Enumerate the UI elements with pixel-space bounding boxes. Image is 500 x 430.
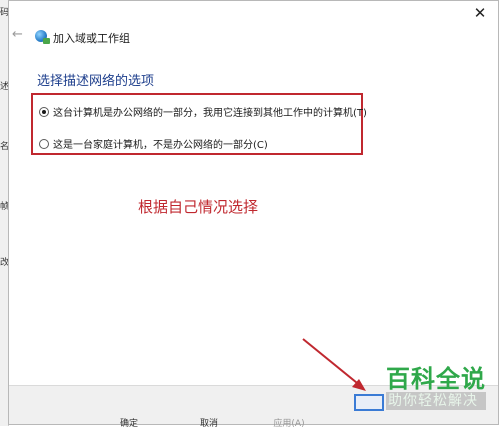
annotation-arrow [302, 338, 366, 391]
watermark: 百科全说 助你轻松解决 [386, 366, 486, 410]
watermark-slogan: 助你轻松解决 [386, 392, 486, 410]
watermark-logo-text: 百科全说 [386, 365, 486, 393]
